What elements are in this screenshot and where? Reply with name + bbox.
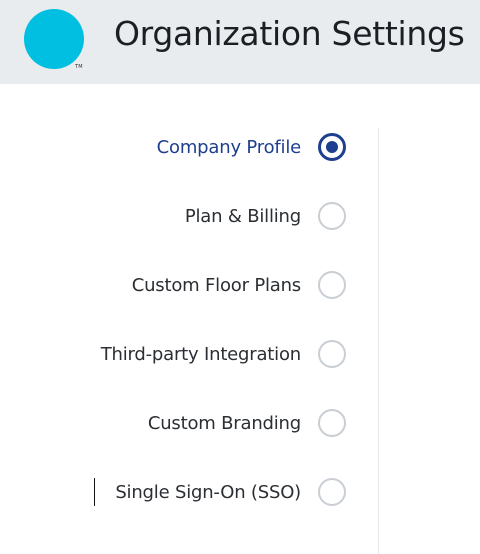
radio-unselected-icon[interactable] — [318, 478, 346, 506]
nav-item-custom-floor-plans[interactable]: Custom Floor Plans — [132, 268, 346, 302]
trademark-mark: TM — [75, 64, 83, 70]
nav-item-label: Third-party Integration — [100, 343, 301, 365]
nav-item-company-profile[interactable]: Company Profile — [157, 130, 346, 164]
radio-selected-icon[interactable] — [318, 133, 346, 161]
page-title: Organization Settings — [114, 14, 465, 53]
vertical-divider — [378, 128, 379, 554]
nav-item-custom-branding[interactable]: Custom Branding — [148, 406, 346, 440]
radio-unselected-icon[interactable] — [318, 202, 346, 230]
page-header: TM Organization Settings — [0, 0, 480, 84]
nav-item-third-party-integration[interactable]: Third-party Integration — [101, 337, 346, 371]
nav-item-label: Custom Floor Plans — [131, 274, 301, 296]
nav-item-plan-billing[interactable]: Plan & Billing — [185, 199, 346, 233]
nav-item-single-sign-on[interactable]: Single Sign-On (SSO) — [115, 475, 346, 509]
text-cursor — [94, 478, 95, 506]
nav-item-label: Company Profile — [156, 136, 302, 158]
radio-unselected-icon[interactable] — [318, 340, 346, 368]
radio-unselected-icon[interactable] — [318, 409, 346, 437]
company-logo — [24, 9, 84, 69]
nav-item-label: Custom Branding — [147, 412, 301, 434]
nav-item-label: Plan & Billing — [184, 205, 301, 227]
nav-item-label: Single Sign-On (SSO) — [115, 481, 301, 503]
radio-unselected-icon[interactable] — [318, 271, 346, 299]
